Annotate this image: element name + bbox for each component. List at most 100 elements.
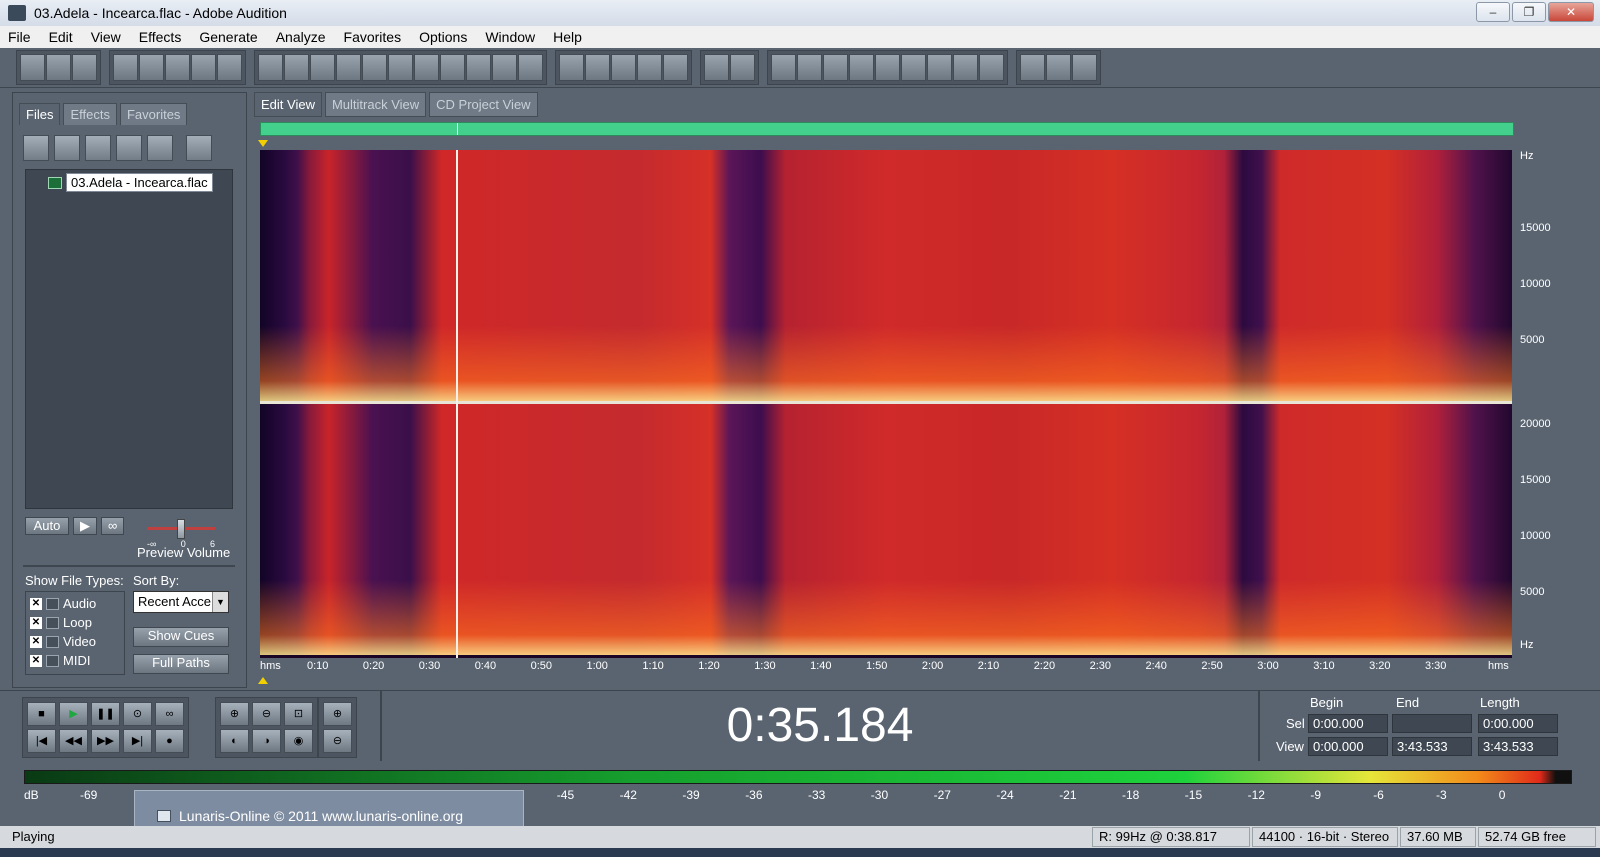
undo-icon[interactable]: [258, 54, 283, 81]
open-file-icon[interactable]: [139, 54, 164, 81]
mix-paste-icon[interactable]: [466, 54, 491, 81]
new-file-icon[interactable]: [113, 54, 138, 81]
close-icon[interactable]: ✕: [1548, 2, 1594, 22]
paste-new-icon[interactable]: [440, 54, 465, 81]
transport-icon[interactable]: [849, 54, 874, 81]
tab-multitrack-view[interactable]: Multitrack View: [324, 92, 427, 117]
menu-favorites[interactable]: Favorites: [344, 29, 402, 45]
tab-cd-project-view[interactable]: CD Project View: [429, 92, 538, 117]
help-icon[interactable]: [1072, 54, 1097, 81]
marquee-tool-icon[interactable]: [730, 54, 755, 81]
chevron-down-icon[interactable]: ▼: [212, 592, 228, 612]
right-channel-spectrogram[interactable]: [260, 404, 1512, 655]
selection-window-icon[interactable]: [927, 54, 952, 81]
menu-file[interactable]: File: [8, 29, 31, 45]
fast-forward-icon[interactable]: ▶▶: [91, 729, 120, 753]
preview-volume-slider[interactable]: -∞ 0 6: [141, 519, 221, 549]
restore-icon[interactable]: ❐: [1512, 2, 1546, 22]
tab-effects[interactable]: Effects: [63, 103, 117, 125]
zoom-in-vertical-icon[interactable]: ⊕: [323, 702, 352, 726]
zoom-window-icon[interactable]: [875, 54, 900, 81]
auto-play-button[interactable]: Auto: [25, 517, 69, 535]
playhead[interactable]: [456, 150, 458, 658]
overview-bar[interactable]: [260, 122, 1514, 136]
sort-by-select[interactable]: Recent Acce ▼: [133, 591, 229, 613]
multitrack-icon[interactable]: [46, 54, 71, 81]
status-window-icon[interactable]: [979, 54, 1004, 81]
checkbox-audio[interactable]: ✕: [30, 597, 42, 610]
zoom-right-icon[interactable]: ◑: [252, 729, 281, 753]
save-all-icon[interactable]: [217, 54, 242, 81]
minimize-icon[interactable]: –: [1476, 2, 1510, 22]
view-end-field[interactable]: 3:43.533: [1392, 737, 1472, 756]
cd-icon[interactable]: [72, 54, 97, 81]
play-icon[interactable]: ▶: [59, 702, 88, 726]
zoom-out-icon[interactable]: ⊖: [252, 702, 281, 726]
redo-icon[interactable]: [284, 54, 309, 81]
files-settings-icon[interactable]: [186, 135, 212, 161]
list-item[interactable]: 03.Adela - Incearca.flac: [48, 173, 213, 192]
zoom-left-icon[interactable]: ◐: [220, 729, 249, 753]
window-1-icon[interactable]: [771, 54, 796, 81]
menu-edit[interactable]: Edit: [49, 29, 73, 45]
menu-window[interactable]: Window: [485, 29, 535, 45]
tab-favorites[interactable]: Favorites: [119, 103, 188, 125]
sel-end-field[interactable]: [1392, 714, 1472, 733]
time-selection-tool-icon[interactable]: [704, 54, 729, 81]
checkbox-loop[interactable]: ✕: [30, 616, 42, 629]
file-type-loop[interactable]: ✕ Loop: [30, 615, 92, 630]
spectral-phase-icon[interactable]: [637, 54, 662, 81]
start-marker-icon[interactable]: [258, 140, 268, 147]
copy-icon[interactable]: [336, 54, 361, 81]
edit-view-icon[interactable]: [20, 54, 45, 81]
zoom-in-icon[interactable]: ⊕: [220, 702, 249, 726]
spectral-pitch-icon[interactable]: [663, 54, 688, 81]
save-as-icon[interactable]: [191, 54, 216, 81]
zoom-full-icon[interactable]: ⊡: [284, 702, 313, 726]
file-name[interactable]: 03.Adela - Incearca.flac: [66, 173, 213, 192]
preview-play-icon[interactable]: ▶: [73, 517, 97, 535]
view-length-field[interactable]: 3:43.533: [1478, 737, 1558, 756]
close-file-icon[interactable]: [85, 135, 111, 161]
copy-to-new-icon[interactable]: [362, 54, 387, 81]
zoom-out-vertical-icon[interactable]: ⊖: [323, 729, 352, 753]
sel-length-field[interactable]: 0:00.000: [1478, 714, 1558, 733]
trim-icon[interactable]: [492, 54, 517, 81]
menu-help[interactable]: Help: [553, 29, 582, 45]
import-file-icon[interactable]: [54, 135, 80, 161]
end-marker-icon[interactable]: [258, 677, 268, 684]
repeat-icon[interactable]: [310, 54, 335, 81]
volume-thumb[interactable]: [177, 519, 185, 539]
window-3-icon[interactable]: [823, 54, 848, 81]
insert-multitrack-icon[interactable]: [147, 135, 173, 161]
paste-icon[interactable]: [414, 54, 439, 81]
script-icon[interactable]: [1046, 54, 1071, 81]
go-to-start-icon[interactable]: |◀: [27, 729, 56, 753]
spectral-pan-icon[interactable]: [611, 54, 636, 81]
file-type-video[interactable]: ✕ Video: [30, 634, 96, 649]
open-file-icon[interactable]: [23, 135, 49, 161]
loop-icon[interactable]: ∞: [155, 702, 184, 726]
left-channel-spectrogram[interactable]: [260, 150, 1512, 401]
view-begin-field[interactable]: 0:00.000: [1308, 737, 1388, 756]
go-to-end-icon[interactable]: ▶|: [123, 729, 152, 753]
zoom-selection-icon[interactable]: ◉: [284, 729, 313, 753]
save-icon[interactable]: [165, 54, 190, 81]
menu-view[interactable]: View: [91, 29, 121, 45]
settings-icon[interactable]: [1020, 54, 1045, 81]
file-type-audio[interactable]: ✕ Audio: [30, 596, 96, 611]
checkbox-video[interactable]: ✕: [30, 635, 42, 648]
spectral-view-icon[interactable]: [559, 54, 584, 81]
file-type-midi[interactable]: ✕ MIDI: [30, 653, 90, 668]
rewind-icon[interactable]: ◀◀: [59, 729, 88, 753]
level-meter-icon[interactable]: [953, 54, 978, 81]
menu-analyze[interactable]: Analyze: [276, 29, 326, 45]
stop-icon[interactable]: ■: [27, 702, 56, 726]
menu-effects[interactable]: Effects: [139, 29, 182, 45]
play-file-icon[interactable]: [116, 135, 142, 161]
tab-edit-view[interactable]: Edit View: [254, 92, 322, 117]
record-icon[interactable]: ●: [155, 729, 184, 753]
convert-icon[interactable]: [518, 54, 543, 81]
cut-icon[interactable]: [388, 54, 413, 81]
time-window-icon[interactable]: [901, 54, 926, 81]
